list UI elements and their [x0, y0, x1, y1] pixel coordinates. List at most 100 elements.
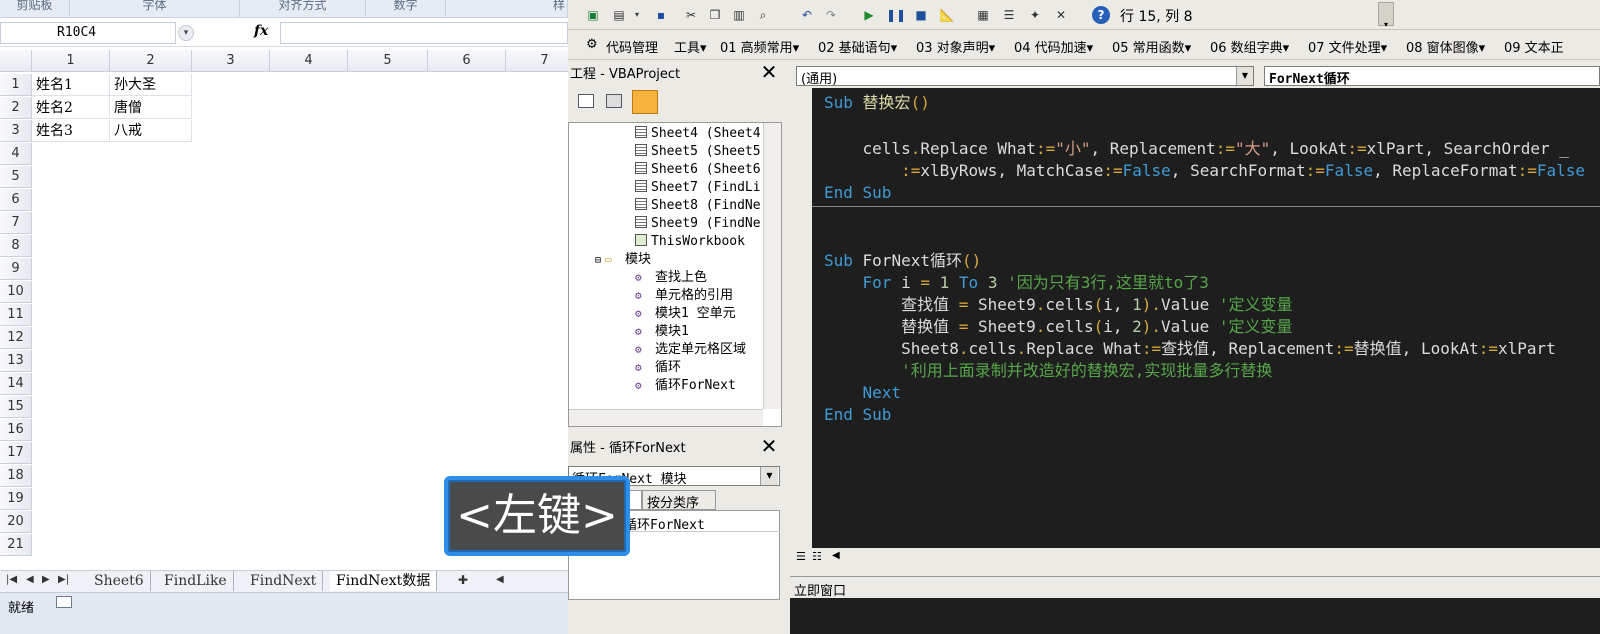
- tree-vertical-scrollbar[interactable]: [763, 123, 781, 409]
- row-header[interactable]: 13: [0, 350, 32, 372]
- new-sheet-icon[interactable]: ✚: [458, 573, 468, 587]
- tree-item-workbook[interactable]: ThisWorkbook: [635, 233, 745, 251]
- row-header[interactable]: 19: [0, 488, 32, 510]
- chevron-down-icon[interactable]: ▼: [1236, 67, 1253, 85]
- column-header[interactable]: 3: [192, 50, 270, 72]
- row-header[interactable]: 15: [0, 396, 32, 418]
- row-header[interactable]: 11: [0, 304, 32, 326]
- menu-frequent[interactable]: 01 高频常用▾: [720, 37, 799, 56]
- close-icon[interactable]: ✕: [758, 434, 780, 458]
- row-header[interactable]: 1: [0, 74, 32, 96]
- row-header[interactable]: 2: [0, 97, 32, 119]
- row-header[interactable]: 16: [0, 419, 32, 441]
- procedure-select[interactable]: ForNext循环: [1264, 66, 1600, 87]
- row-header[interactable]: 12: [0, 327, 32, 349]
- cell[interactable]: 姓名2: [32, 97, 110, 119]
- tree-item-module[interactable]: ⚙ 选定单元格区域: [635, 341, 746, 359]
- toolbox-icon[interactable]: ✕: [1052, 6, 1070, 24]
- menu-common-functions[interactable]: 05 常用函数▾: [1112, 37, 1191, 56]
- reset-icon[interactable]: ■: [912, 6, 930, 24]
- row-header[interactable]: 10: [0, 281, 32, 303]
- sheet-tab[interactable]: Sheet6: [88, 571, 151, 591]
- tree-item-module[interactable]: ⚙ 模块1 空单元: [635, 305, 736, 323]
- tree-item-sheet[interactable]: Sheet9 (FindNe: [635, 215, 761, 233]
- find-icon[interactable]: ⌕: [754, 6, 772, 24]
- break-icon[interactable]: ❚❚: [886, 6, 906, 24]
- run-icon[interactable]: ▶: [860, 6, 878, 24]
- sheet-tab-active[interactable]: FindNext数据: [330, 571, 438, 591]
- row-header[interactable]: 5: [0, 166, 32, 188]
- save-icon[interactable]: ▪: [652, 6, 670, 24]
- tree-item-sheet[interactable]: Sheet4 (Sheet4: [635, 125, 761, 143]
- formula-input[interactable]: [280, 22, 568, 44]
- insert-dropdown-icon[interactable]: ▾: [628, 6, 646, 24]
- macro-record-icon[interactable]: [56, 596, 72, 608]
- cell[interactable]: 孙大圣: [110, 74, 192, 96]
- full-module-view-icon[interactable]: ☷: [812, 550, 822, 563]
- row-header[interactable]: 6: [0, 189, 32, 211]
- row-header[interactable]: 7: [0, 212, 32, 234]
- select-all-corner[interactable]: [0, 50, 32, 72]
- tree-item-module[interactable]: ⚙ 循环: [635, 359, 681, 377]
- name-box[interactable]: R10C4: [0, 22, 176, 44]
- insert-module-icon[interactable]: ▤: [610, 6, 628, 24]
- project-explorer-icon[interactable]: ▦: [974, 6, 992, 24]
- sheet-tab[interactable]: FindLike: [158, 571, 234, 591]
- tree-item-sheet[interactable]: Sheet6 (Sheet6: [635, 161, 761, 179]
- tree-item-module[interactable]: ⚙ 查找上色: [635, 269, 707, 287]
- row-header[interactable]: 4: [0, 143, 32, 165]
- undo-icon[interactable]: ↶: [798, 6, 816, 24]
- menu-forms-images[interactable]: 08 窗体图像▾: [1406, 37, 1485, 56]
- cut-icon[interactable]: ✂: [682, 6, 700, 24]
- properties-window-icon[interactable]: ☰: [1000, 6, 1018, 24]
- column-header[interactable]: 1: [32, 50, 110, 72]
- tree-item-sheet[interactable]: Sheet8 (FindNe: [635, 197, 761, 215]
- cell[interactable]: 唐僧: [110, 97, 192, 119]
- menu-tools[interactable]: 工具▾: [674, 37, 707, 56]
- tree-horizontal-scrollbar[interactable]: [569, 409, 763, 426]
- column-header[interactable]: 5: [348, 50, 428, 72]
- next-sheet-icon[interactable]: ▶: [42, 574, 50, 585]
- menu-text-regex[interactable]: 09 文本正: [1504, 37, 1564, 56]
- immediate-window[interactable]: [790, 598, 1600, 634]
- paste-icon[interactable]: ▥: [730, 6, 748, 24]
- first-sheet-icon[interactable]: |◀: [6, 574, 17, 585]
- row-header[interactable]: 9: [0, 258, 32, 280]
- row-header[interactable]: 3: [0, 120, 32, 142]
- menu-code-manager[interactable]: 代码管理: [606, 37, 658, 56]
- column-header[interactable]: 4: [270, 50, 348, 72]
- toolbar-overflow-icon[interactable]: ▾: [1378, 2, 1394, 29]
- tree-item-module[interactable]: ⚙ 单元格的引用: [635, 287, 733, 305]
- code-editor[interactable]: Sub 替换宏() cells.Replace What:="小", Repla…: [812, 88, 1600, 548]
- row-header[interactable]: 20: [0, 511, 32, 533]
- cell[interactable]: 姓名1: [32, 74, 110, 96]
- tab-categorized[interactable]: 按分类序: [642, 490, 716, 511]
- collapse-icon[interactable]: ⊟: [595, 255, 601, 266]
- menu-code-speedup[interactable]: 04 代码加速▾: [1014, 37, 1093, 56]
- cell[interactable]: 姓名3: [32, 120, 110, 142]
- object-browser-icon[interactable]: ✦: [1026, 6, 1044, 24]
- name-box-dropdown-icon[interactable]: ▾: [178, 25, 194, 41]
- code-manager-icon[interactable]: ⚙: [586, 37, 598, 52]
- row-header[interactable]: 14: [0, 373, 32, 395]
- tree-item-modules-folder[interactable]: ⊟ ▭ 模块: [595, 251, 651, 270]
- column-header[interactable]: 7: [506, 50, 568, 72]
- row-header[interactable]: 18: [0, 465, 32, 487]
- close-icon[interactable]: ✕: [758, 62, 780, 84]
- cell[interactable]: 八戒: [110, 120, 192, 142]
- column-header[interactable]: 6: [428, 50, 506, 72]
- menu-array-dict[interactable]: 06 数组字典▾: [1210, 37, 1289, 56]
- insert-function-icon[interactable]: fx: [254, 23, 268, 39]
- redo-icon[interactable]: ↷: [822, 6, 840, 24]
- copy-icon[interactable]: ❐: [706, 6, 724, 24]
- row-header[interactable]: 21: [0, 534, 32, 556]
- tree-item-sheet[interactable]: Sheet7 (FindLi: [635, 179, 761, 197]
- row-header[interactable]: 17: [0, 442, 32, 464]
- object-select[interactable]: (通用): [796, 66, 1254, 87]
- menu-object-declare[interactable]: 03 对象声明▾: [916, 37, 995, 56]
- hscroll-left-icon[interactable]: ◀: [832, 550, 840, 561]
- column-header[interactable]: 2: [110, 50, 192, 72]
- tree-item-module[interactable]: ⚙ 模块1: [635, 323, 689, 341]
- sheet-tab[interactable]: FindNext: [244, 571, 324, 591]
- view-code-icon[interactable]: [578, 94, 594, 108]
